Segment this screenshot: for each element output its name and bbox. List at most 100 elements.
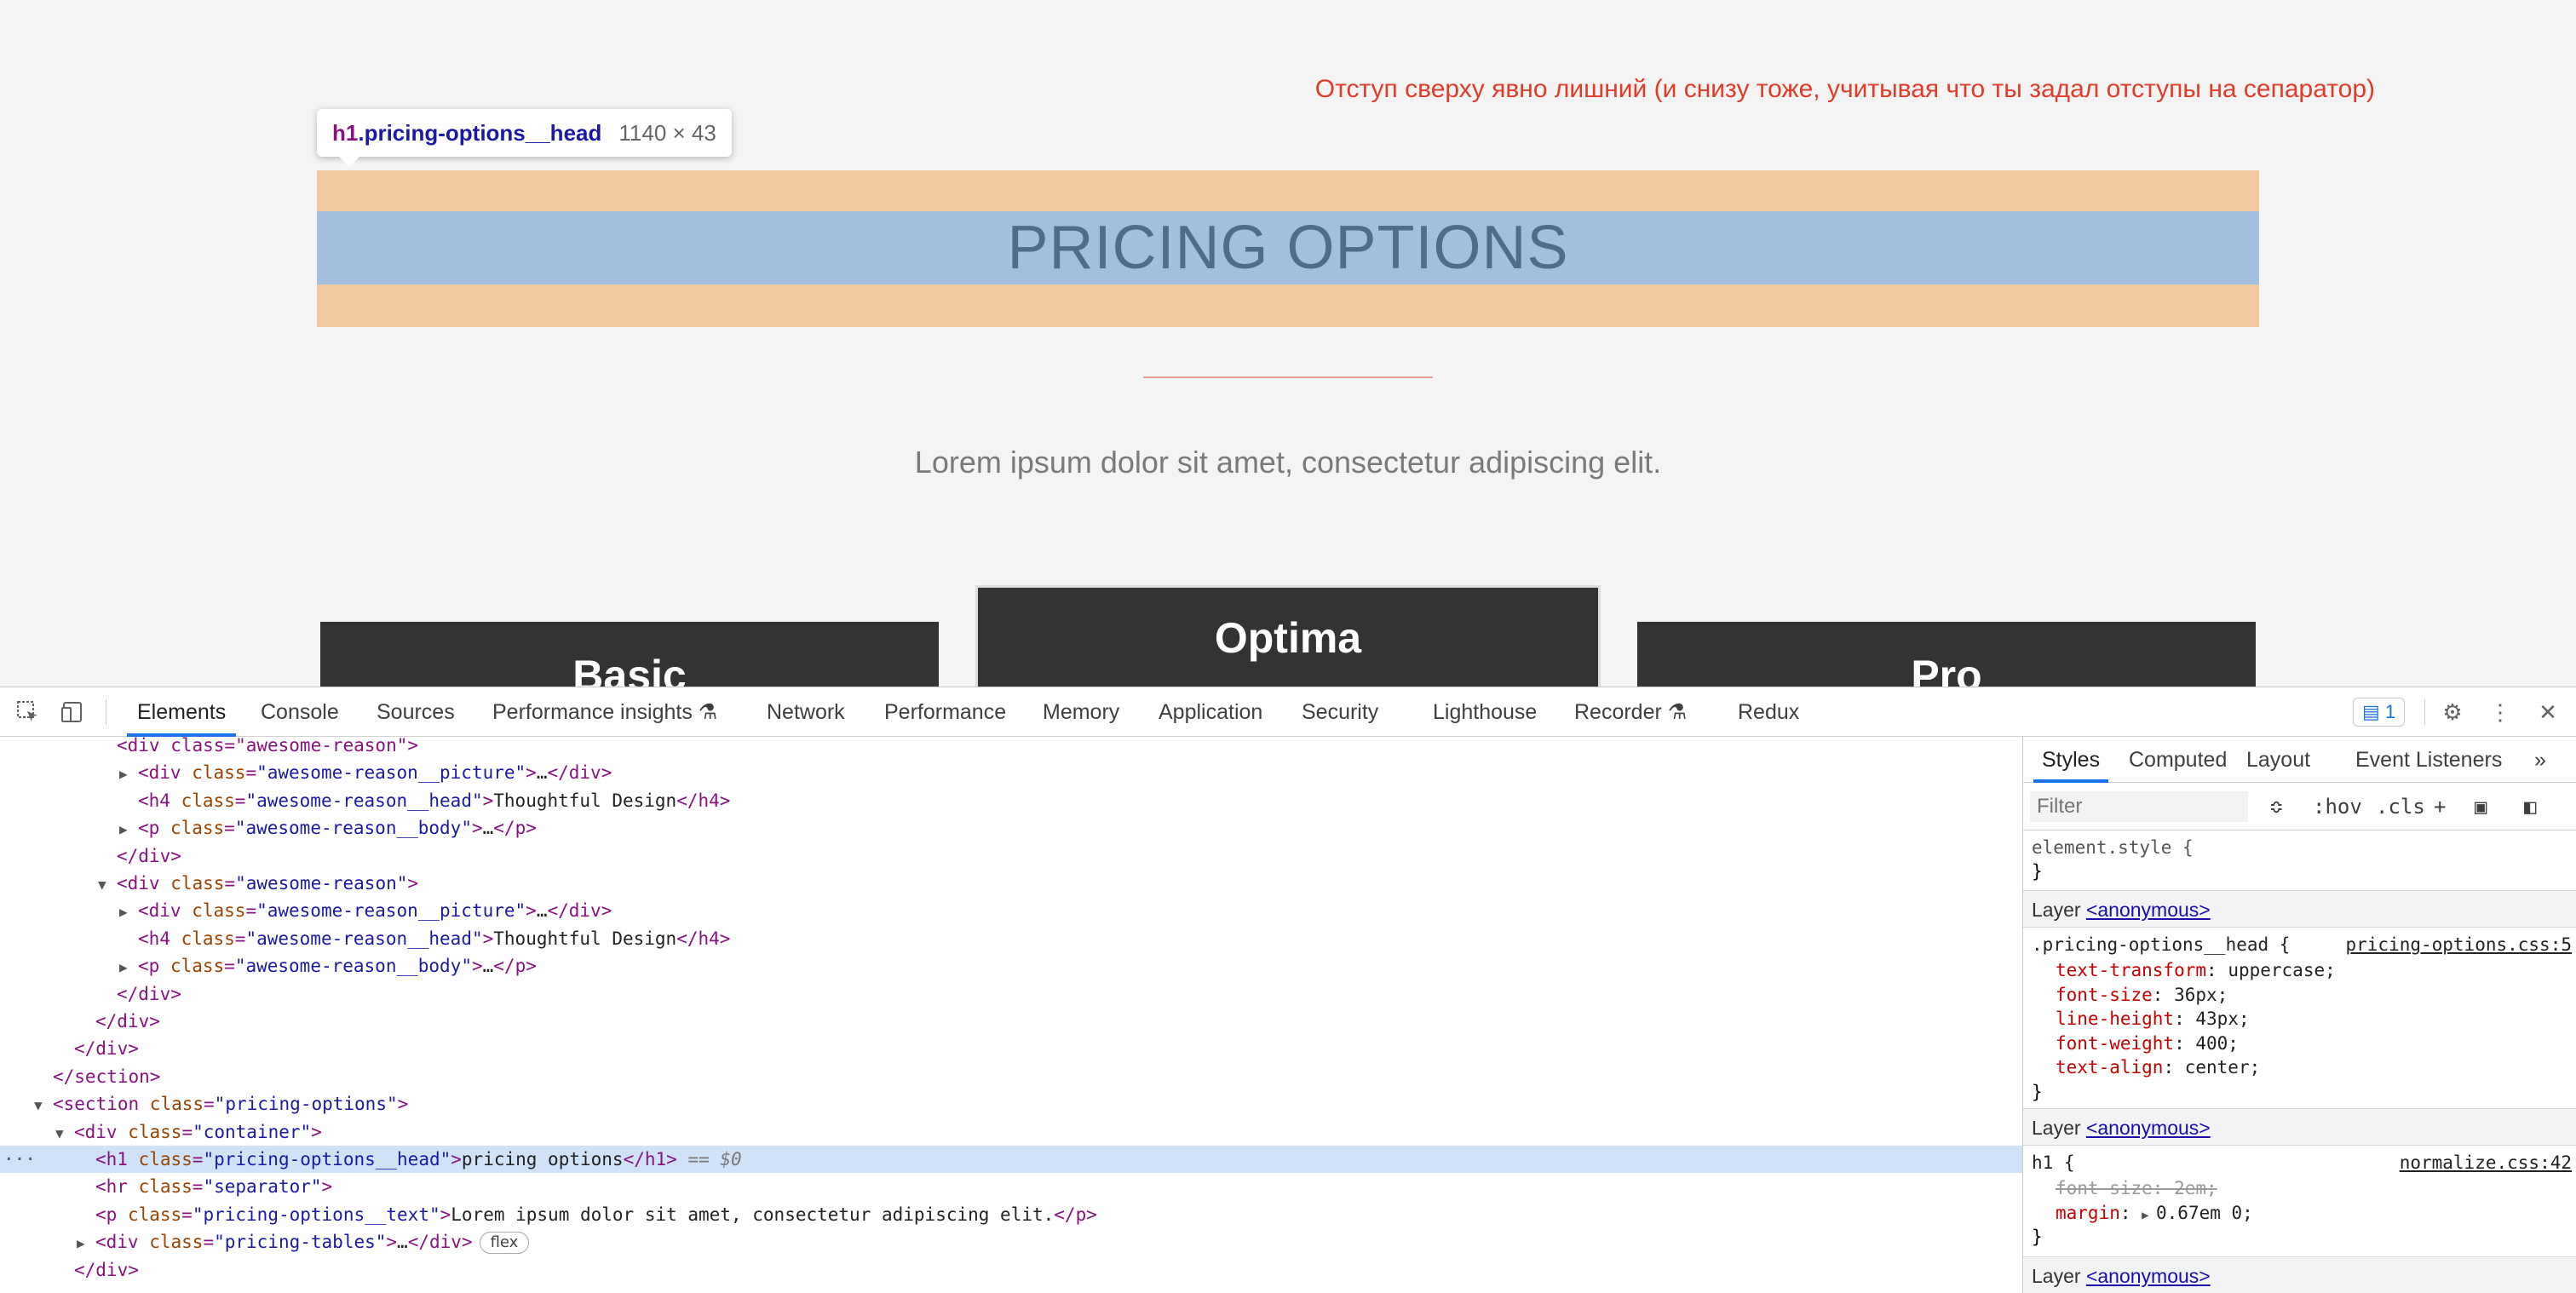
css-property-row[interactable]: margin: ▶ 0.67em 0; (2056, 1201, 2253, 1225)
collapsed-triangle-icon[interactable]: ▶ (77, 1230, 95, 1257)
dom-tag-open: <div (138, 762, 193, 784)
dom-tag-open: <p (138, 818, 170, 839)
dom-node-row[interactable]: ▼ <div class="container"> (0, 1118, 2022, 1146)
dom-node-row[interactable]: ··· <h1 class="pricing-options__head">pri… (0, 1146, 2022, 1173)
dom-tag-open: <hr (95, 1176, 139, 1198)
layer-link[interactable]: <anonymous> (2086, 1265, 2211, 1287)
css-colon: : (2174, 1032, 2196, 1054)
css-property-row[interactable]: font-size: 2em; (2056, 1176, 2217, 1200)
dom-closing-tag: </h4> (676, 928, 731, 949)
css-property-row[interactable]: line-height: 43px; (2056, 1007, 2250, 1031)
dom-node-row[interactable]: ▶ <div class="pricing-tables">…</div> flex (0, 1228, 2022, 1256)
subtab-styles[interactable]: Styles (2033, 737, 2109, 783)
dom-tag-end: > (451, 1149, 462, 1169)
dom-tag-open: <div (74, 1121, 129, 1142)
layer-label: Layer (2032, 1117, 2081, 1139)
element-style-selector[interactable]: element.style { (2032, 836, 2194, 859)
dom-node-row[interactable]: </div> (0, 1035, 2022, 1062)
css-property-value: center; (2184, 1057, 2261, 1078)
dom-node-row[interactable]: <div class="awesome-reason"> (0, 737, 2022, 759)
device-toolbar-icon[interactable] (60, 699, 85, 725)
dom-node-row[interactable]: <p class="pricing-options__text">Lorem i… (0, 1201, 2022, 1228)
expanded-triangle-icon[interactable]: ▼ (98, 871, 117, 899)
dom-attr-name: class (149, 1232, 204, 1253)
more-tabs-chevron-icon[interactable]: » (2534, 737, 2546, 783)
tab-elements[interactable]: Elements (126, 687, 237, 737)
collapsed-triangle-icon[interactable]: ▶ (119, 954, 138, 981)
dom-node-row[interactable]: ▶ <p class="awesome-reason__body">…</p> (0, 952, 2022, 980)
css-property-row[interactable]: font-weight: 400; (2056, 1032, 2239, 1055)
collapsed-triangle-icon[interactable]: ▶ (119, 816, 138, 843)
css-property-row[interactable]: text-transform: uppercase; (2056, 958, 2336, 982)
dom-node-row[interactable]: </div> (0, 842, 2022, 870)
tab-recorder[interactable]: Recorder ⚗ (1574, 687, 1687, 737)
dom-node-row[interactable]: <h4 class="awesome-reason__head">Thought… (0, 925, 2022, 952)
dom-attr-value: "awesome-reason__head" (245, 790, 483, 811)
tab-sources[interactable]: Sources (377, 687, 455, 737)
rule-source-link[interactable]: pricing-options.css:5 (2345, 933, 2572, 957)
cls-button[interactable]: .cls (2376, 791, 2425, 822)
pricing-card-optima[interactable]: Optima (978, 588, 1598, 687)
dom-node-row[interactable]: ▶ <p class="awesome-reason__body">…</p> (0, 814, 2022, 842)
dom-node-row[interactable]: </div> (0, 1256, 2022, 1284)
hov-button[interactable]: :hov (2313, 791, 2362, 822)
dom-attr-value: "pricing-options" (214, 1094, 398, 1115)
css-property-row[interactable]: text-align: center; (2056, 1055, 2260, 1079)
computed-styles-sidebar-icon[interactable]: ▣ (2475, 791, 2487, 822)
dom-node-row[interactable]: </div> (0, 980, 2022, 1008)
dom-node-row[interactable]: ▶ <div class="awesome-reason__picture">…<… (0, 759, 2022, 786)
pricing-card-basic[interactable]: Basic (320, 622, 939, 687)
new-style-rule-icon[interactable]: + (2434, 791, 2446, 822)
flex-badge[interactable]: flex (479, 1232, 530, 1255)
tab-console[interactable]: Console (261, 687, 339, 737)
collapsed-triangle-icon[interactable]: ▶ (119, 899, 138, 926)
css-property-name: font-size (2056, 984, 2153, 1005)
close-icon[interactable]: ✕ (2535, 699, 2561, 725)
pricing-card-pro[interactable]: Pro (1637, 622, 2256, 687)
layer-link[interactable]: <anonymous> (2086, 1117, 2211, 1139)
tab-network[interactable]: Network (767, 687, 845, 737)
settings-gear-icon[interactable]: ⚙ (2440, 699, 2465, 725)
dom-attr-name: class (170, 818, 225, 839)
rule-selector[interactable]: .pricing-options__head { (2032, 933, 2290, 957)
styles-filter-input[interactable] (2030, 791, 2248, 822)
dom-node-row[interactable]: </section> (0, 1063, 2022, 1090)
tab-memory[interactable]: Memory (1043, 687, 1119, 737)
dom-node-row[interactable]: <hr class="separator"> (0, 1173, 2022, 1200)
toggle-sidebar-icon[interactable]: ◧ (2524, 791, 2536, 822)
rule-close-brace: } (2032, 861, 2043, 882)
dom-node-row[interactable]: ▶ <div class="awesome-reason__picture">…<… (0, 897, 2022, 924)
dom-attr-name: class (128, 1121, 182, 1142)
issues-badge[interactable]: ▤ 1 (2353, 698, 2406, 727)
dom-node-row[interactable]: ▼ <section class="pricing-options"> (0, 1090, 2022, 1118)
dom-text-content: pricing options (461, 1149, 624, 1169)
tab-security[interactable]: Security (1302, 687, 1378, 737)
more-options-icon[interactable]: ⋮ (2487, 699, 2513, 725)
layer-link[interactable]: <anonymous> (2086, 899, 2211, 921)
css-property-value: 0.67em 0; (2156, 1202, 2253, 1223)
dom-tag-open: <section (53, 1094, 150, 1115)
expanded-triangle-icon[interactable]: ▼ (34, 1092, 53, 1119)
expanded-triangle-icon[interactable]: ▼ (55, 1120, 74, 1147)
css-property-row[interactable]: font-size: 36px; (2056, 983, 2228, 1007)
dom-tag-open: <div (117, 873, 171, 894)
subtab-event-listeners[interactable]: Event Listeners (2355, 737, 2502, 783)
dom-node-row[interactable]: ▼ <div class="awesome-reason"> (0, 870, 2022, 897)
rule-selector[interactable]: h1 { (2032, 1151, 2075, 1175)
tab-performance[interactable]: Performance (884, 687, 1006, 737)
tab-lighthouse[interactable]: Lighthouse (1433, 687, 1537, 737)
collapsed-triangle-icon[interactable]: ▶ (119, 761, 138, 788)
tab-performance-insights[interactable]: Performance insights ⚗ (492, 687, 717, 737)
dom-node-row[interactable]: <h4 class="awesome-reason__head">Thought… (0, 787, 2022, 814)
toggle-rendering-icon[interactable]: ≎ (2270, 791, 2282, 822)
expand-triangle-icon[interactable]: ▶ (2142, 1209, 2156, 1222)
tab-application[interactable]: Application (1159, 687, 1262, 737)
content-highlight: PRICING OPTIONS (317, 211, 2259, 284)
subtab-computed[interactable]: Computed (2129, 737, 2227, 783)
rule-source-link[interactable]: normalize.css:42 (2400, 1151, 2572, 1175)
dom-attr-name: class (181, 928, 235, 949)
tab-redux[interactable]: Redux (1738, 687, 1799, 737)
subtab-layout[interactable]: Layout (2246, 737, 2310, 783)
inspect-element-icon[interactable] (15, 699, 41, 725)
dom-node-row[interactable]: </div> (0, 1008, 2022, 1035)
